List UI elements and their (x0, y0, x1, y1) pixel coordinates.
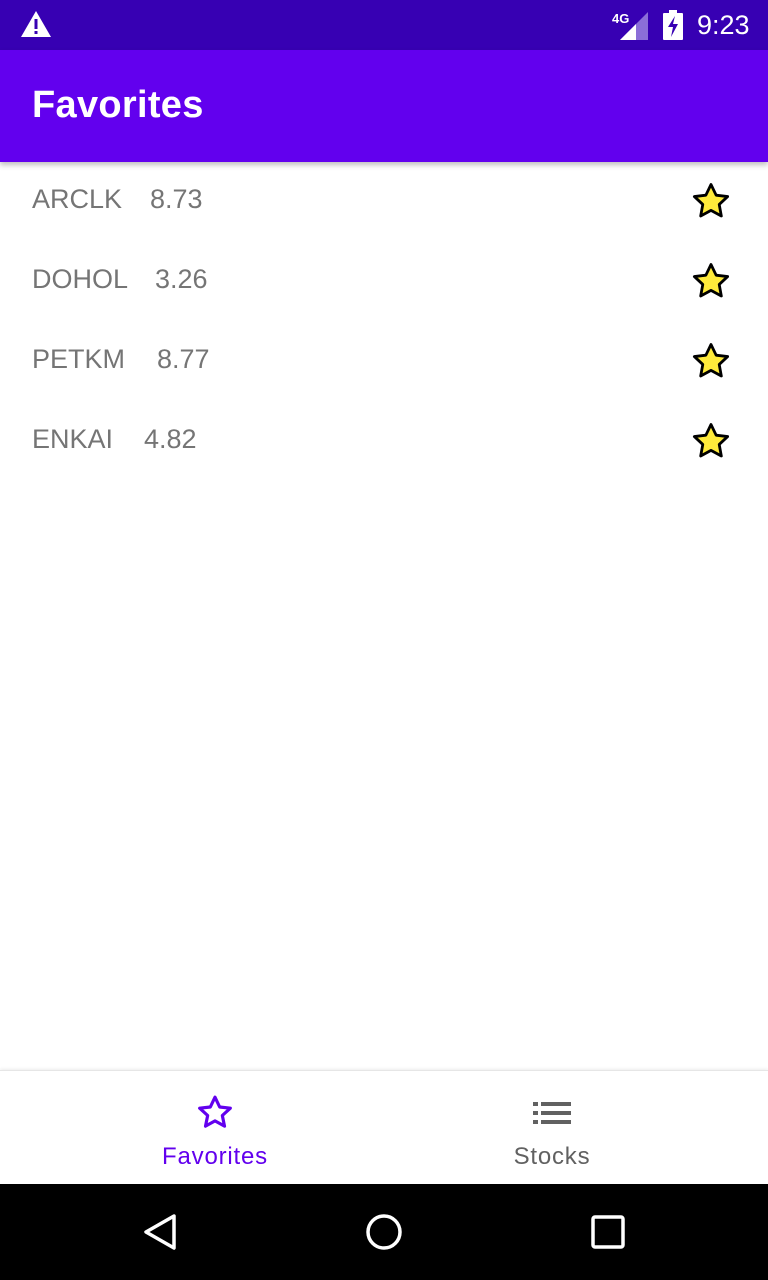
back-icon[interactable] (140, 1212, 180, 1252)
bottom-navigation: Favorites Stocks (0, 1070, 768, 1184)
stock-price: 3.26 (155, 264, 208, 294)
star-outline-icon (198, 1095, 232, 1128)
app-bar: Favorites (0, 50, 768, 162)
nav-item-favorites[interactable]: Favorites (100, 1071, 330, 1185)
system-navigation-bar (0, 1184, 768, 1280)
status-bar: 4G 9:23 (0, 0, 768, 50)
home-icon[interactable] (364, 1212, 404, 1252)
nav-label-stocks: Stocks (513, 1143, 591, 1170)
stock-symbol: ARCLK (32, 184, 123, 214)
star-filled-icon[interactable] (690, 421, 732, 463)
stock-price: 4.82 (144, 424, 197, 454)
nav-label-favorites: Favorites (162, 1143, 268, 1170)
star-filled-icon[interactable] (690, 181, 732, 223)
list-item[interactable]: ENKAI 4.82 (0, 402, 768, 482)
stock-symbol: DOHOL (32, 264, 129, 294)
star-filled-icon[interactable] (690, 341, 732, 383)
clock: 9:23 (697, 10, 750, 40)
stock-symbol: PETKM (32, 344, 126, 374)
list-item[interactable]: DOHOL 3.26 (0, 242, 768, 322)
stock-price: 8.73 (150, 184, 203, 214)
battery-charging-icon (663, 10, 683, 40)
recents-icon[interactable] (590, 1212, 626, 1252)
stock-price: 8.77 (157, 344, 210, 374)
signal-icon (620, 12, 648, 40)
nav-item-stocks[interactable]: Stocks (440, 1071, 664, 1185)
list-item[interactable]: ARCLK 8.73 (0, 162, 768, 242)
favorites-list: ARCLK 8.73 DOHOL 3.26 PETKM 8.77 ENKAI 4… (0, 162, 768, 482)
stock-symbol: ENKAI (32, 424, 114, 454)
star-filled-icon[interactable] (690, 261, 732, 303)
page-title: Favorites (32, 84, 204, 126)
list-item[interactable]: PETKM 8.77 (0, 322, 768, 402)
warning-icon (21, 11, 51, 37)
list-icon (533, 1102, 571, 1124)
